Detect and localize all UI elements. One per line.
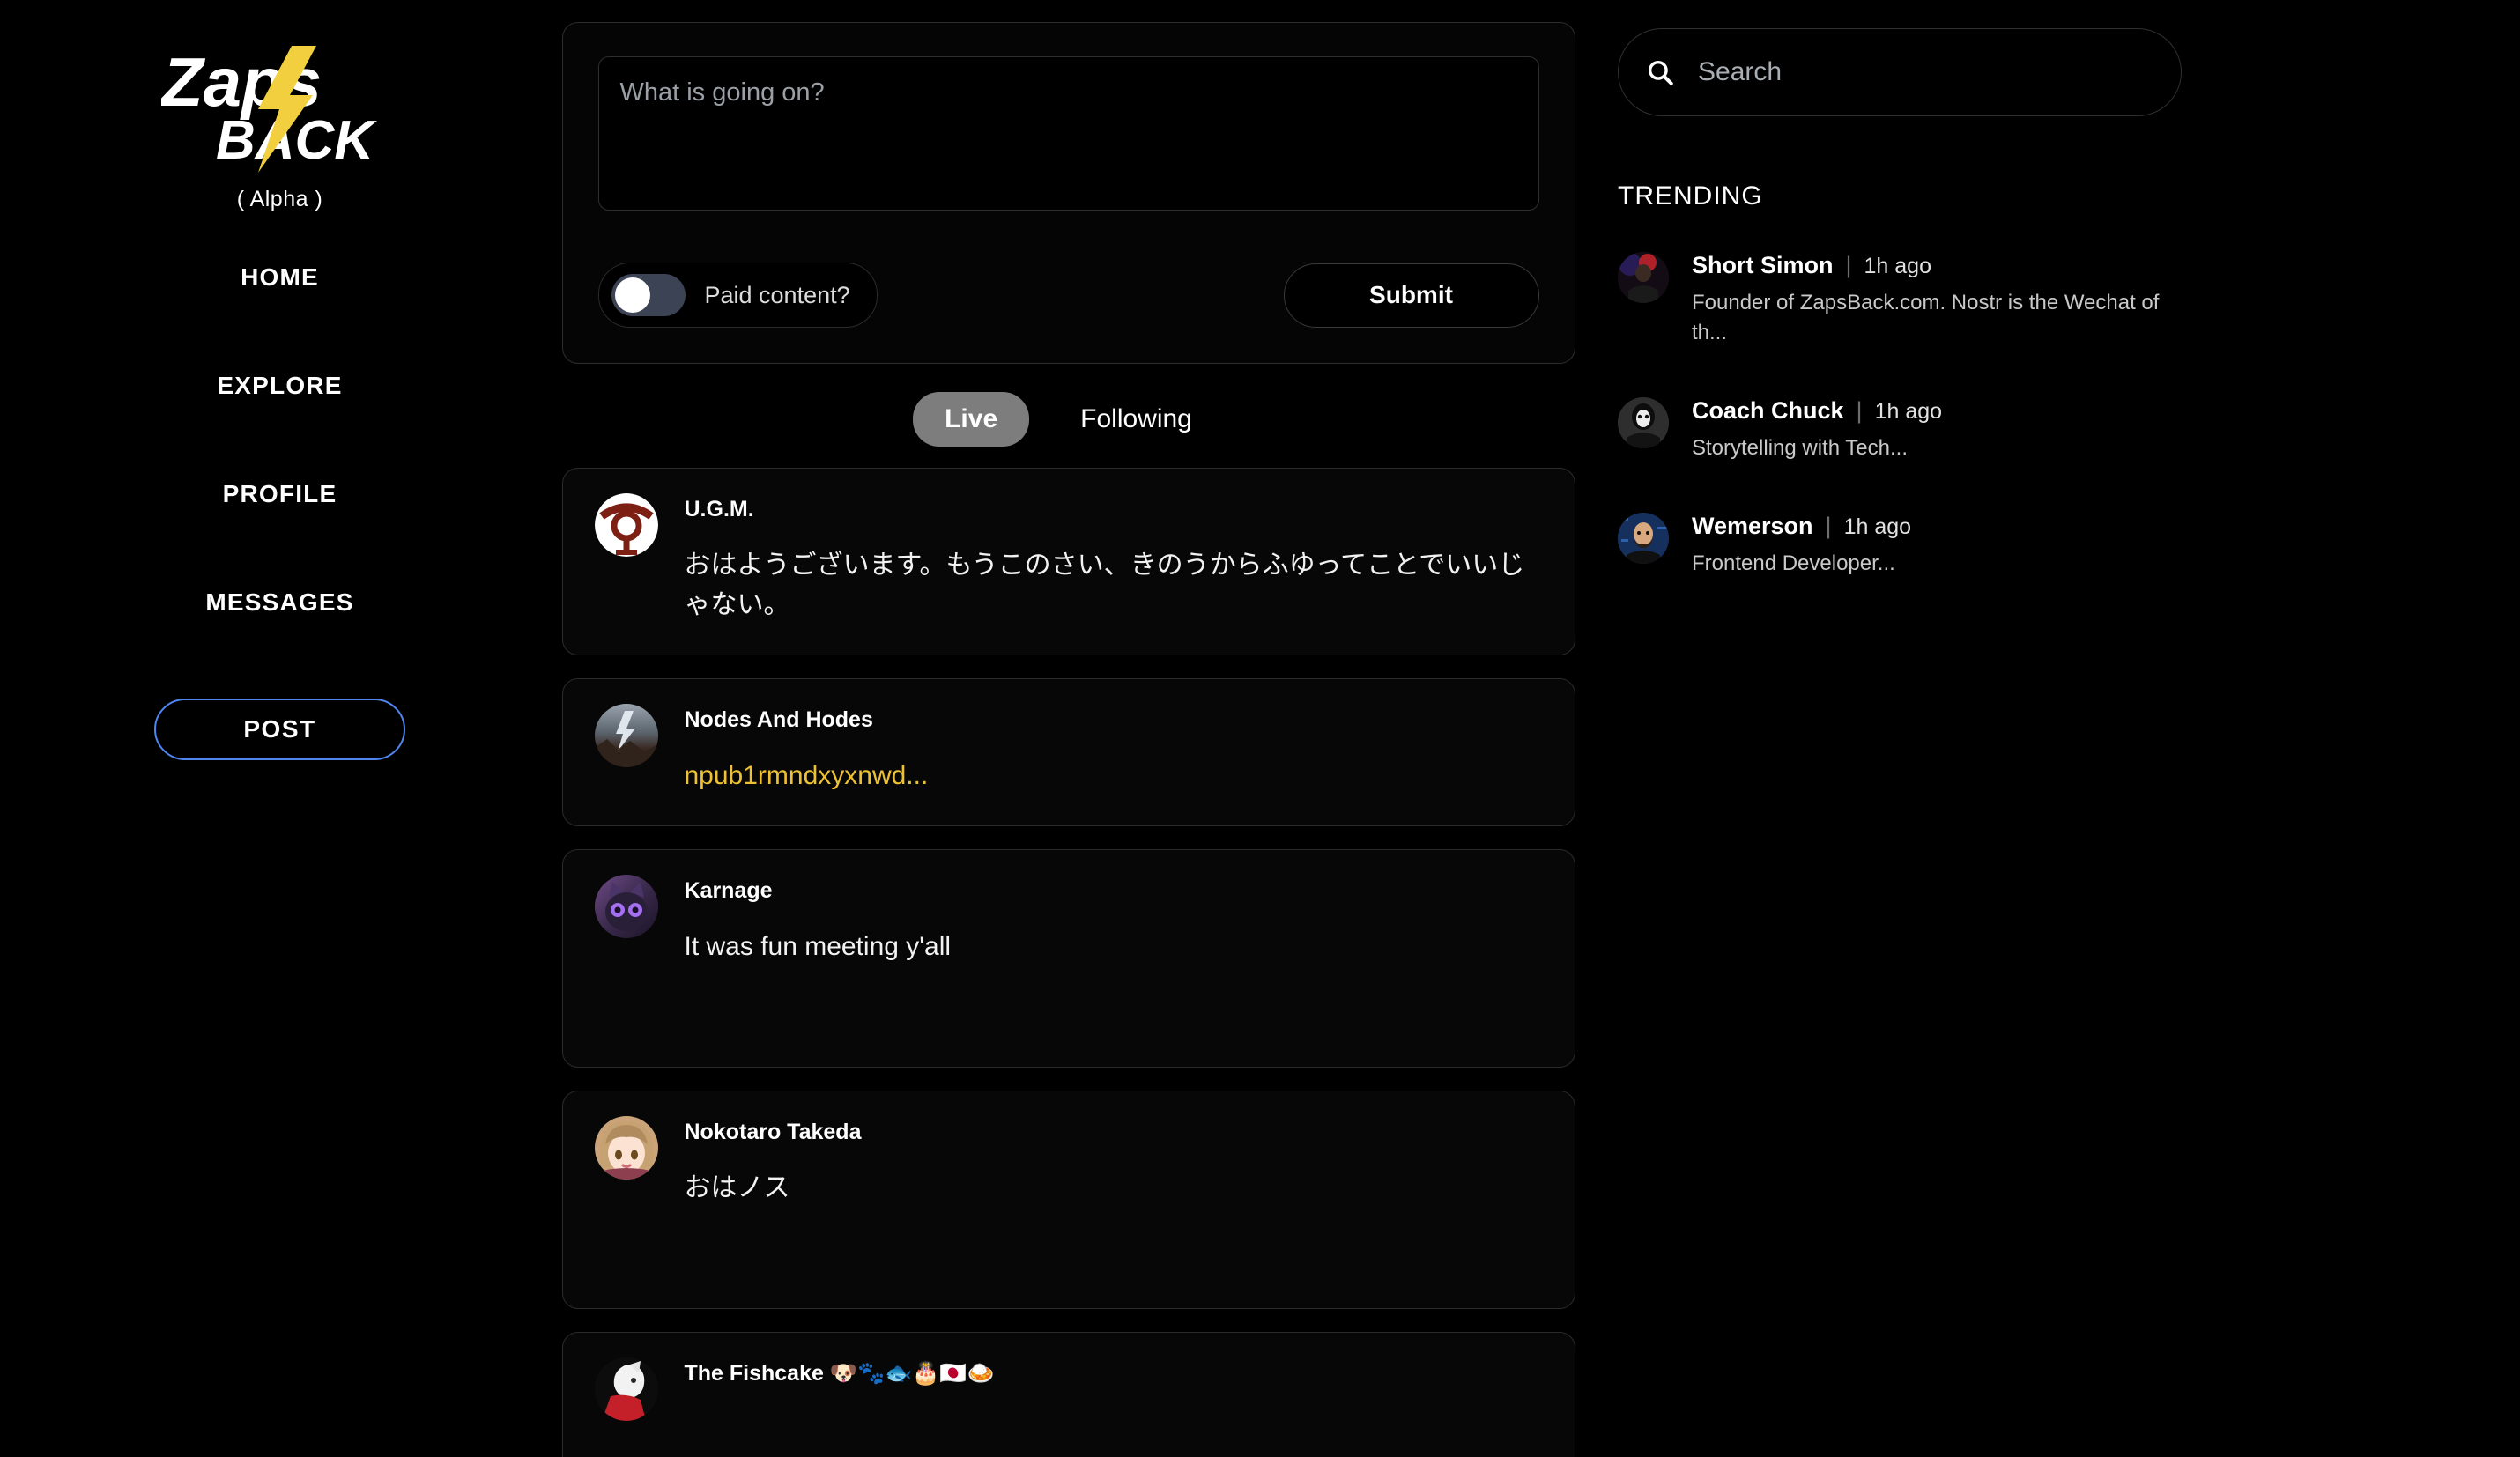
post-text: おはノス	[684, 1173, 790, 1202]
avatar[interactable]	[594, 1357, 658, 1421]
avatar[interactable]	[1618, 397, 1669, 449]
sidebar-item-profile[interactable]: PROFILE	[214, 468, 346, 521]
anime-girl-avatar-icon	[594, 1116, 658, 1180]
trending-list: Short Simon | 1h ago Founder of ZapsBack…	[1618, 252, 2199, 579]
sidebar-item-messages[interactable]: MESSAGES	[196, 576, 362, 629]
trending-item[interactable]: Short Simon | 1h ago Founder of ZapsBack…	[1618, 252, 2199, 348]
paid-content-toggle[interactable]: Paid content?	[597, 263, 878, 328]
svg-text:BACK: BACK	[216, 110, 377, 171]
post-card[interactable]: Nodes And Hodes npub1rmndxyxnwd...	[561, 678, 1575, 826]
avatar[interactable]	[594, 493, 658, 557]
post-body: Nodes And Hodes npub1rmndxyxnwd...	[685, 704, 1543, 795]
post-author: The Fishcake 🐶🐾🐟🎂🇯🇵🍛	[684, 1361, 995, 1386]
post-text-npub[interactable]: npub1rmndxyxnwd...	[685, 756, 1543, 795]
search-icon	[1648, 60, 1673, 85]
post-card[interactable]: Nokotaro Takeda おはノス	[561, 1091, 1575, 1309]
trending-bio: Frontend Developer...	[1692, 551, 1895, 576]
ugm-symbol-avatar-icon	[594, 493, 658, 557]
zapsback-logo[interactable]: Zaps BACK	[161, 39, 399, 180]
trending-item[interactable]: Wemerson | 1h ago Frontend Developer...	[1618, 513, 2199, 579]
compose-card: Paid content? Submit	[561, 22, 1575, 364]
post-body: Nokotaro Takeda おはノス	[685, 1116, 1543, 1208]
trending-separator: |	[1825, 513, 1832, 540]
trending-body: Coach Chuck | 1h ago Storytelling with T…	[1692, 397, 2199, 463]
feed-tabs: Live Following	[913, 392, 1224, 447]
tab-following[interactable]: Following	[1049, 392, 1224, 447]
trending-body: Short Simon | 1h ago Founder of ZapsBack…	[1692, 252, 2199, 348]
avatar[interactable]	[594, 704, 658, 767]
trending-item[interactable]: Coach Chuck | 1h ago Storytelling with T…	[1618, 397, 2199, 463]
post-author: Nokotaro Takeda	[684, 1120, 862, 1144]
post-card[interactable]: Karnage It was fun meeting y'all	[561, 849, 1575, 1068]
lightning-storm-avatar-icon	[594, 704, 658, 767]
sidebar: Zaps BACK ( Alpha ) HOME EXPLORE PROFILE…	[0, 0, 560, 1457]
trending-body: Wemerson | 1h ago Frontend Developer...	[1692, 513, 2199, 579]
search-bar[interactable]	[1618, 28, 2182, 116]
trending-name: Short Simon	[1692, 252, 1834, 278]
trending-heading: TRENDING	[1618, 181, 1763, 211]
avatar[interactable]	[1618, 513, 1669, 565]
avatar[interactable]	[1618, 252, 1669, 303]
post-card[interactable]: U.G.M. おはようございます。もうこのさい、きのうからふゆってことでいいじゃ…	[561, 468, 1575, 655]
compose-input[interactable]	[597, 56, 1539, 211]
post-body: Karnage It was fun meeting y'all	[685, 875, 1543, 966]
trending-bio: Founder of ZapsBack.com. Nostr is the We…	[1692, 291, 2160, 345]
alpha-badge: ( Alpha )	[236, 187, 323, 211]
avatar[interactable]	[594, 1116, 658, 1180]
tab-live[interactable]: Live	[913, 392, 1030, 447]
trending-head: Wemerson | 1h ago	[1692, 513, 2199, 540]
post-text: It was fun meeting y'all	[684, 932, 952, 961]
post-button[interactable]: POST	[154, 699, 405, 760]
purple-cat-avatar-icon	[594, 875, 658, 938]
post-author: Nodes And Hodes	[684, 707, 873, 732]
wemerson-avatar-icon	[1618, 513, 1669, 565]
post-author: U.G.M.	[684, 497, 754, 521]
toggle-knob	[614, 277, 650, 313]
post-text: おはようございます。もうこのさい、きのうからふゆってことでいいじゃない。	[684, 551, 1525, 619]
trending-time: 1h ago	[1843, 514, 1912, 540]
short-simon-avatar-icon	[1618, 252, 1669, 303]
feed-list: U.G.M. おはようございます。もうこのさい、きのうからふゆってことでいいじゃ…	[561, 468, 1575, 1457]
trending-time: 1h ago	[1864, 254, 1931, 278]
post-body: U.G.M. おはようございます。もうこのさい、きのうからふゆってことでいいじゃ…	[685, 493, 1543, 625]
right-sidebar: TRENDING Short Simon | 1h	[1577, 0, 2520, 1457]
app-root: Zaps BACK ( Alpha ) HOME EXPLORE PROFILE…	[0, 0, 2520, 1457]
logo-graphic: Zaps BACK	[161, 43, 377, 173]
sidebar-item-home[interactable]: HOME	[232, 251, 328, 304]
post-card[interactable]: The Fishcake 🐶🐾🐟🎂🇯🇵🍛	[561, 1332, 1575, 1457]
trending-separator: |	[1845, 252, 1852, 278]
trending-name: Coach Chuck	[1692, 397, 1844, 425]
trending-time: 1h ago	[1874, 399, 1943, 425]
white-dog-avatar-icon	[594, 1357, 658, 1421]
main-column: Paid content? Submit Live Following	[560, 0, 1577, 1457]
post-body: The Fishcake 🐶🐾🐟🎂🇯🇵🍛	[685, 1357, 1543, 1409]
trending-head: Short Simon | 1h ago	[1692, 252, 2199, 279]
toggle-track	[611, 274, 686, 316]
trending-name: Wemerson	[1692, 513, 1813, 540]
coach-chuck-avatar-icon	[1618, 397, 1669, 449]
post-author: Karnage	[684, 878, 773, 903]
search-input[interactable]	[1698, 57, 2154, 87]
trending-head: Coach Chuck | 1h ago	[1692, 397, 2199, 425]
trending-separator: |	[1856, 397, 1863, 425]
paid-content-label: Paid content?	[704, 281, 850, 308]
submit-button[interactable]: Submit	[1283, 263, 1539, 328]
sidebar-item-explore[interactable]: EXPLORE	[208, 359, 351, 412]
trending-bio: Storytelling with Tech...	[1692, 436, 1909, 461]
avatar[interactable]	[594, 875, 658, 938]
compose-actions: Paid content? Submit	[597, 263, 1539, 328]
main-nav: HOME EXPLORE PROFILE MESSAGES POST	[0, 251, 560, 760]
